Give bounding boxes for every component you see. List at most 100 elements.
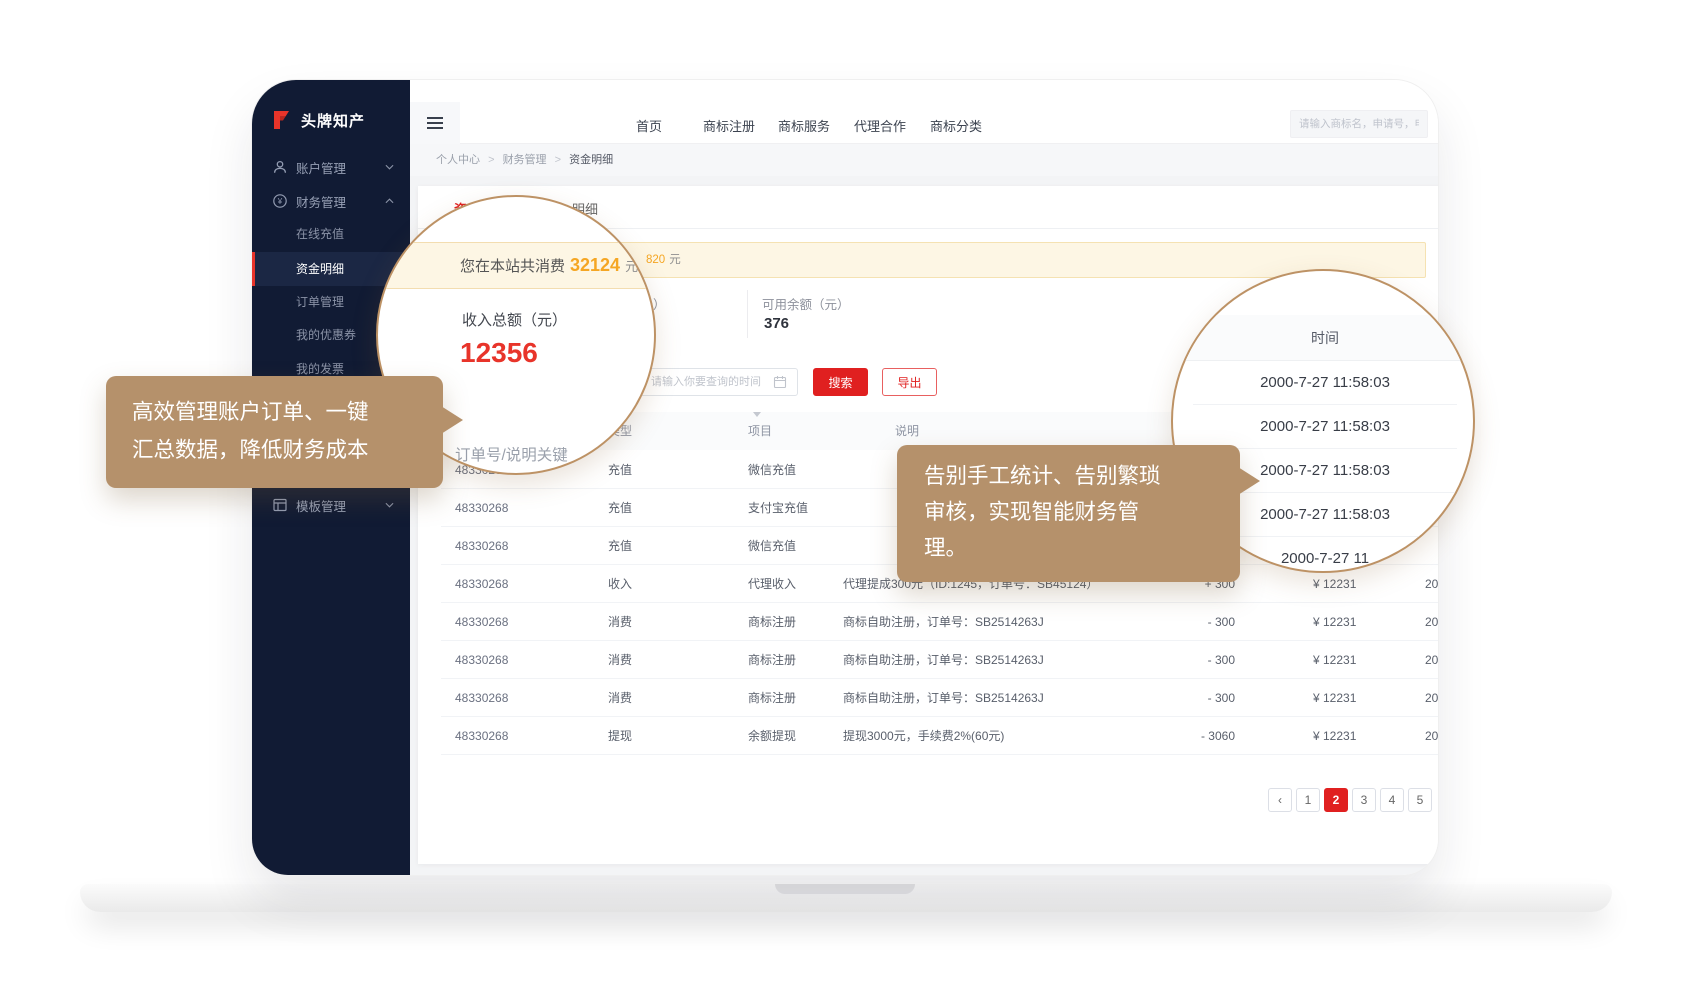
cell-desc: 提现3000元，手续费2%(60元) (843, 717, 1004, 755)
cell-balance: ¥ 12231 (1313, 603, 1356, 641)
breadcrumb-separator: > (555, 154, 561, 166)
pagination-page-1[interactable]: 1 (1296, 788, 1320, 812)
nav-trademark-register[interactable]: 商标注册 (703, 116, 755, 135)
logo-title: 头牌知产 (301, 110, 365, 131)
sidebar-item-template[interactable]: 模板管理 (252, 489, 410, 521)
cell-project: 余额提现 (748, 717, 796, 755)
table-row: 48330268 消费 商标注册 商标自助注册，订单号：SB2514263J -… (441, 641, 1438, 679)
cell-balance: ¥ 12231 (1313, 641, 1356, 679)
nav-agent-cooperation[interactable]: 代理合作 (854, 116, 906, 135)
magnified-banner-text: 您在本站共消费 32124 元 (460, 242, 638, 289)
pagination-page-4[interactable]: 4 (1380, 788, 1404, 812)
search-button[interactable]: 搜索 (813, 368, 868, 396)
cell-time: 2000-7-27 11:58:03 (1425, 717, 1438, 755)
cell-amount: - 3060 (1130, 717, 1235, 755)
cell-time: 2000-7-27 11:58:03 (1425, 679, 1438, 717)
cell-order: 48330268 (455, 565, 508, 603)
magnified-income-label: 收入总额（元） (462, 309, 567, 330)
cell-order: 48330268 (455, 679, 508, 717)
cell-time: 2000-7-27 11:58:03 (1425, 641, 1438, 679)
logo: 头牌知产 (270, 108, 365, 132)
cell-type: 充值 (608, 451, 632, 489)
breadcrumb-item[interactable]: 财务管理 (503, 154, 547, 166)
cell-project: 商标注册 (748, 679, 796, 717)
cell-order: 48330268 (455, 527, 508, 565)
magnified-time-cell: 2000-7-27 11:58:03 (1193, 361, 1457, 405)
calendar-icon[interactable] (773, 375, 787, 394)
callout-text: 理。 (924, 530, 1240, 566)
cell-amount: - 300 (1130, 641, 1235, 679)
cell-order: 48330268 (455, 641, 508, 679)
pagination-page-3[interactable]: 3 (1352, 788, 1376, 812)
pagination-page-5[interactable]: 5 (1408, 788, 1432, 812)
cell-amount: - 300 (1130, 679, 1235, 717)
table-row: 48330268 提现 余额提现 提现3000元，手续费2%(60元) - 30… (441, 717, 1438, 755)
magnified-banner-amount: 32124 (570, 255, 620, 276)
svg-text:¥: ¥ (277, 197, 283, 206)
balance-value: 376 (764, 315, 789, 332)
cell-order: 48330268 (455, 489, 508, 527)
sidebar-item-finance[interactable]: ¥ 财务管理 (252, 185, 410, 217)
magnified-time-cell: 2000-7-27 11:58:03 (1193, 405, 1457, 449)
cell-project: 微信充值 (748, 451, 796, 489)
cell-desc: 商标自助注册，订单号：SB2514263J (843, 603, 1044, 641)
cell-balance: ¥ 12231 (1313, 679, 1356, 717)
cell-project: 商标注册 (748, 641, 796, 679)
hamburger-menu-button[interactable] (410, 102, 460, 144)
nav-home[interactable]: 首页 (636, 116, 662, 135)
cell-time: 2000-7-27 11:58:03 (1425, 603, 1438, 641)
callout-text: 汇总数据，降低财务成本 (132, 431, 443, 469)
callout-text: 高效管理账户订单、一键 (132, 393, 443, 431)
stat-divider (747, 290, 748, 338)
magnified-time-header: 时间 (1173, 315, 1475, 361)
callout-arrow-icon (1238, 467, 1260, 495)
user-icon (272, 159, 288, 175)
cell-type: 充值 (608, 489, 632, 527)
cell-amount: - 300 (1130, 603, 1235, 641)
breadcrumb-item[interactable]: 个人中心 (436, 154, 480, 166)
export-button[interactable]: 导出 (882, 368, 937, 396)
chevron-down-icon (385, 164, 394, 170)
cell-type: 充值 (608, 527, 632, 565)
sidebar-item-label: 模板管理 (296, 496, 346, 515)
callout-text: 审核，实现智能财务管 (924, 494, 1240, 530)
pagination-prev-button[interactable]: ‹ (1268, 788, 1292, 812)
sidebar-item-label: 财务管理 (296, 192, 346, 211)
chevron-up-icon (385, 198, 394, 204)
cell-balance: ¥ 12231 (1313, 717, 1356, 755)
cell-type: 提现 (608, 717, 632, 755)
page: 头牌知产 账户管理 ¥ 财务管理 在线充值 (0, 0, 1696, 1002)
cell-order: 48330268 (455, 603, 508, 641)
active-indicator-bar (252, 252, 255, 286)
table-row: 48330268 消费 商标注册 商标自助注册，订单号：SB2514263J -… (441, 603, 1438, 641)
callout-left: 高效管理账户订单、一键 汇总数据，降低财务成本 (106, 376, 443, 488)
callout-arrow-icon (441, 406, 463, 434)
top-navbar: 首页 商标注册 商标服务 代理合作 商标分类 (410, 80, 1438, 144)
nav-trademark-service[interactable]: 商标服务 (778, 116, 830, 135)
magnified-header-fragment: 订单号/说明关键 (455, 443, 568, 465)
balance-label: 可用余额（元） (762, 294, 850, 313)
cell-project: 微信充值 (748, 527, 796, 565)
breadcrumb: 个人中心 > 财务管理 > 资金明细 (410, 144, 1438, 176)
cell-type: 消费 (608, 603, 632, 641)
sidebar-subitem-label: 资金明细 (296, 262, 344, 276)
sidebar-item-account[interactable]: 账户管理 (252, 151, 410, 183)
cell-desc: 商标自助注册，订单号：SB2514263J (843, 641, 1044, 679)
pagination-page-2-active[interactable]: 2 (1324, 788, 1348, 812)
trademark-search-input[interactable] (1290, 110, 1428, 138)
template-icon (272, 497, 288, 513)
laptop-base-notch (775, 884, 915, 894)
breadcrumb-separator: > (488, 154, 494, 166)
sidebar-item-label: 账户管理 (296, 158, 346, 177)
cell-desc: 商标自助注册，订单号：SB2514263J (843, 679, 1044, 717)
chevron-down-icon (385, 502, 394, 508)
callout-right: 告别手工统计、告别繁琐 审核，实现智能财务管 理。 (897, 445, 1240, 582)
breadcrumb-current: 资金明细 (569, 154, 613, 166)
cell-project: 代理收入 (748, 565, 796, 603)
cell-type: 消费 (608, 641, 632, 679)
cell-order: 48330268 (455, 717, 508, 755)
cell-project: 支付宝充值 (748, 489, 808, 527)
nav-trademark-category[interactable]: 商标分类 (930, 116, 982, 135)
cell-type: 收入 (608, 565, 632, 603)
sort-caret-icon (753, 412, 761, 417)
